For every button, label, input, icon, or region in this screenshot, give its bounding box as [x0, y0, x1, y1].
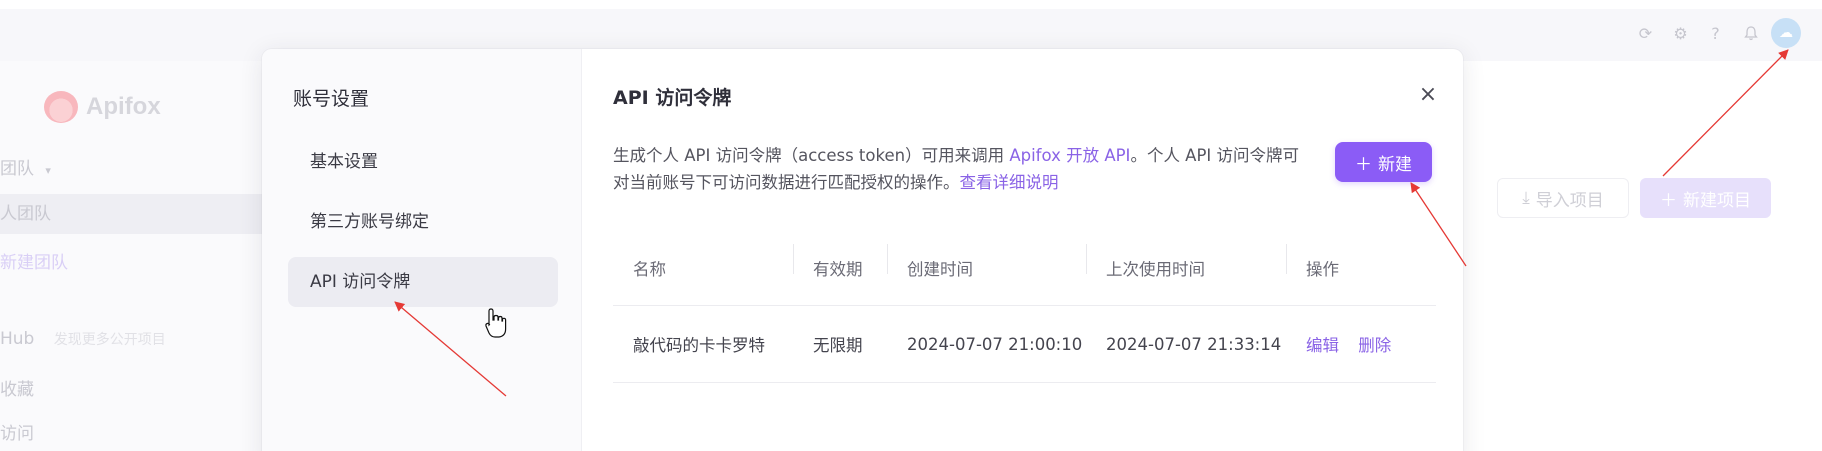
hub-label: Hub — [0, 329, 35, 349]
sidebar-item-hub[interactable]: Hub 发现更多公开项目 — [0, 329, 166, 349]
token-last-used-time: 2024-07-07 21:33:14 — [1106, 334, 1282, 354]
refresh-icon[interactable]: ⟳ — [1628, 22, 1663, 44]
panel-title: API 访问令牌 — [613, 87, 732, 109]
nav-item-basic-settings[interactable]: 基本设置 — [288, 137, 558, 187]
close-icon: × — [1418, 81, 1438, 107]
apifox-logo-icon — [44, 91, 78, 123]
table-header: 名称 有效期 创建时间 上次使用时间 操作 — [613, 230, 1436, 306]
bell-icon[interactable] — [1733, 22, 1768, 44]
description-text-1: 生成个人 API 访问令牌（access token）可用来调用 — [613, 146, 1010, 165]
column-header-actions: 操作 — [1286, 243, 1436, 280]
token-created-time: 2024-07-07 21:00:10 — [907, 334, 1083, 354]
annotation-arrow-avatar — [1662, 49, 1789, 177]
import-icon: ⤓ — [1522, 188, 1530, 208]
column-header-last-used: 上次使用时间 — [1086, 243, 1286, 280]
user-avatar[interactable]: ☁ — [1771, 18, 1801, 48]
plus-icon: ＋ — [1355, 154, 1372, 175]
account-settings-modal: 账号设置 基本设置 第三方账号绑定 API 访问令牌 API 访问令牌 × 生成… — [262, 49, 1463, 451]
sidebar-team-header[interactable]: 团队 ▾ — [0, 154, 51, 179]
plus-icon: ＋ — [1660, 190, 1677, 211]
new-team-label: 新建团队 — [0, 253, 68, 273]
brand-logo: Apifox — [44, 91, 161, 123]
import-project-label: 导入项目 — [1535, 190, 1604, 211]
token-actions: 编辑 删除 — [1286, 332, 1436, 356]
details-link[interactable]: 查看详细说明 — [960, 173, 1059, 192]
column-header-validity: 有效期 — [793, 243, 887, 280]
new-project-button[interactable]: ＋ 新建项目 — [1640, 178, 1771, 218]
sidebar-item-favorites[interactable]: 收藏 — [0, 375, 34, 400]
token-table: 名称 有效期 创建时间 上次使用时间 操作 敲代码的卡卡罗特 无限期 2024-… — [613, 230, 1436, 383]
caret-down-icon: ▾ — [45, 164, 51, 177]
column-header-name: 名称 — [633, 259, 666, 279]
edit-token-link[interactable]: 编辑 — [1306, 336, 1339, 355]
sidebar-item-new-team[interactable]: 新建团队 — [0, 248, 68, 273]
open-api-link[interactable]: Apifox 开放 API — [1009, 146, 1130, 165]
delete-token-link[interactable]: 删除 — [1358, 336, 1391, 355]
gear-icon[interactable]: ⚙ — [1663, 22, 1698, 44]
token-name: 敲代码的卡卡罗特 — [633, 336, 765, 355]
token-validity: 无限期 — [813, 336, 863, 355]
team-header-label: 团队 — [0, 159, 34, 179]
help-icon[interactable]: ? — [1698, 22, 1733, 44]
sidebar-item-selected-team[interactable]: 人团队 — [0, 194, 300, 234]
settings-nav-title: 账号设置 — [293, 88, 370, 110]
nav-item-third-party-binding[interactable]: 第三方账号绑定 — [288, 197, 558, 247]
import-project-button[interactable]: ⤓ 导入项目 — [1497, 178, 1629, 218]
nav-item-api-token[interactable]: API 访问令牌 — [288, 257, 558, 307]
hub-sub-label: 发现更多公开项目 — [53, 332, 166, 348]
new-token-label: 新建 — [1378, 154, 1412, 175]
new-token-button[interactable]: ＋ 新建 — [1335, 142, 1432, 182]
brand-name: Apifox — [86, 93, 161, 120]
close-button[interactable]: × — [1415, 81, 1441, 107]
table-row: 敲代码的卡卡罗特 无限期 2024-07-07 21:00:10 2024-07… — [613, 306, 1436, 383]
token-description: 生成个人 API 访问令牌（access token）可用来调用 Apifox … — [613, 142, 1313, 196]
header-icon-group: ⟳ ⚙ ? — [1628, 22, 1768, 44]
column-header-created: 创建时间 — [887, 243, 1086, 280]
sidebar-item-recent[interactable]: 访问 — [0, 419, 34, 444]
settings-nav: 账号设置 基本设置 第三方账号绑定 API 访问令牌 — [262, 49, 582, 451]
new-project-label: 新建项目 — [1683, 190, 1751, 211]
